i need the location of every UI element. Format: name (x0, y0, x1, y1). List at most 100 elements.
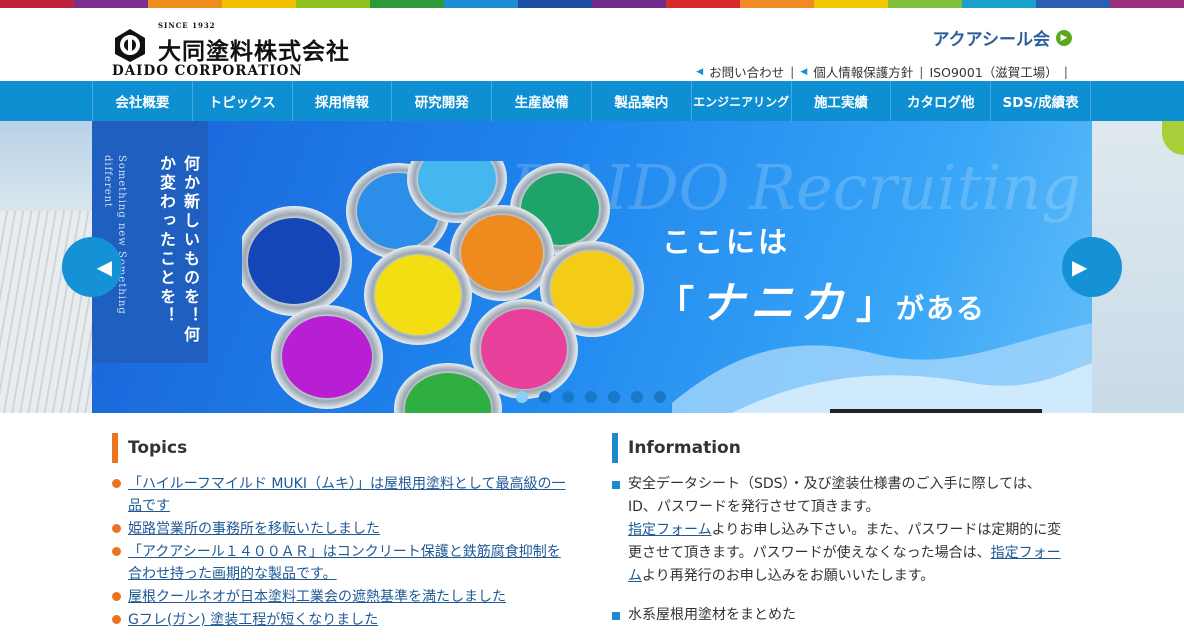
nav-item-products[interactable]: 製品案内 (590, 81, 691, 121)
information-heading: Information (612, 433, 1064, 463)
triangle-left-icon: ◀ (696, 66, 704, 77)
triangle-left-icon: ◀ (800, 66, 808, 77)
catch-bracket-close: 」 (856, 283, 895, 327)
catch-tail: がある (896, 292, 987, 325)
utility-links: ◀ お問い合わせ | ◀ 個人情報保護方針 | ISO9001（滋賀工場） | (696, 62, 1074, 81)
nav-item-catalog[interactable]: カタログ他 (890, 81, 990, 121)
logo-company-en: DAIDO CORPORATION (112, 63, 303, 79)
bullet-square-icon (612, 612, 620, 620)
stripe-segment (518, 0, 592, 8)
topics-list: 「ハイルーフマイルド MUKI（ムキ）」は屋根用塗料として最高級の一品です 姫路… (112, 473, 568, 631)
global-nav: 会社概要 トピックス 採用情報 研究開発 生産設備 製品案内 エンジニアリング … (0, 81, 1184, 121)
list-item: 「ハイルーフマイルド MUKI（ムキ）」は屋根用塗料として最高級の一品です (112, 473, 568, 517)
stripe-segment (148, 0, 222, 8)
paint-cans-image (242, 161, 644, 413)
info-text: より再発行のお申し込みをお願いいたします。 (642, 568, 935, 584)
contact-link[interactable]: お問い合わせ (709, 62, 784, 81)
top-color-stripe (0, 0, 1184, 8)
catch-line-1: ここには (662, 225, 791, 259)
aqua-seal-label: アクアシール会 (932, 30, 1050, 50)
slider-dot[interactable] (654, 391, 666, 403)
heading-accent-bar (112, 433, 118, 463)
list-item: 姫路営業所の事務所を移転いたしました (112, 518, 568, 540)
divider: | (1063, 64, 1068, 79)
bullet-icon (112, 615, 121, 624)
slider-dot[interactable] (516, 391, 528, 403)
bullet-square-icon (612, 481, 620, 489)
list-item: 屋根クールネオが日本塗料工業会の遮熱基準を満たしました (112, 586, 568, 608)
nav-item-research[interactable]: 研究開発 (391, 81, 491, 121)
stripe-segment (888, 0, 962, 8)
topic-link[interactable]: 屋根クールネオが日本塗料工業会の遮熱基準を満たしました (128, 589, 506, 605)
information-section: Information 安全データシート（SDS）・及び塗装仕様書のご入手に際し… (612, 433, 1064, 643)
stripe-segment (296, 0, 370, 8)
stripe-segment (1110, 0, 1184, 8)
stripe-segment (740, 0, 814, 8)
stripe-segment (592, 0, 666, 8)
privacy-link[interactable]: 個人情報保護方針 (813, 62, 913, 81)
slider-dot[interactable] (631, 391, 643, 403)
slide-caption-bar (830, 409, 1042, 413)
logo-since: SINCE 1932 (158, 21, 216, 30)
bullet-icon (112, 479, 121, 488)
topics-heading: Topics (112, 433, 568, 463)
nav-item-production[interactable]: 生産設備 (491, 81, 591, 121)
play-arrow-icon: ▶ (1056, 29, 1072, 46)
hero-slider: DAIDO Recruiting 何か新しいものを！何か変わったことを！ Som… (0, 121, 1184, 413)
divider: | (919, 64, 924, 79)
company-logo[interactable]: SINCE 1932 大同塗料株式会社 DAIDO CORPORATION (112, 19, 382, 79)
list-item: 安全データシート（SDS）・及び塗装仕様書のご入手に際しては、 ID、パスワード… (612, 473, 1064, 588)
logo-company-jp: 大同塗料株式会社 (158, 38, 350, 65)
iso-link[interactable]: ISO9001（滋賀工場） (930, 62, 1058, 81)
list-item: Gフレ(ガン) 塗装工程が短くなりました (112, 609, 568, 631)
stripe-segment (962, 0, 1036, 8)
stripe-segment (74, 0, 148, 8)
information-list: 安全データシート（SDS）・及び塗装仕様書のご入手に際しては、 ID、パスワード… (612, 473, 1064, 627)
topic-link[interactable]: 姫路営業所の事務所を移転いたしました (128, 521, 380, 537)
stripe-segment (666, 0, 740, 8)
slider-dots (516, 391, 666, 403)
slider-dot[interactable] (562, 391, 574, 403)
catch-bracket-open: 「 (656, 283, 695, 327)
topic-link[interactable]: Gフレ(ガン) 塗装工程が短くなりました (128, 612, 378, 628)
slogan-vertical: 何か新しいものを！何か変わったことを！ (157, 155, 200, 345)
topic-link[interactable]: 「アクアシール１４００ＡＲ」はコンクリート保護と鉄筋腐食抑制を合わせ持った画期的… (128, 544, 561, 582)
nav-item-recruit[interactable]: 採用情報 (291, 81, 392, 121)
catch-line-2: 「 ナニカ 」 がある (656, 267, 986, 331)
topics-title: Topics (128, 438, 188, 458)
slider-dot[interactable] (585, 391, 597, 403)
next-arrow-button[interactable]: ▶ (1062, 237, 1122, 297)
aqua-seal-link[interactable]: アクアシール会 ▶ (933, 25, 1072, 50)
nav-item-engineering[interactable]: エンジニアリング (690, 81, 791, 121)
prev-arrow-icon: ◀ (96, 255, 112, 279)
slider-dot[interactable] (539, 391, 551, 403)
topic-link[interactable]: 「ハイルーフマイルド MUKI（ムキ）」は屋根用塗料として最高級の一品です (128, 476, 566, 514)
nav-item-topics[interactable]: トピックス (191, 81, 292, 121)
heading-accent-bar (612, 433, 618, 463)
prev-arrow-button[interactable]: ◀ (62, 237, 122, 297)
logo-mark-icon (115, 29, 145, 62)
stripe-segment (0, 0, 74, 8)
nav-item-company[interactable]: 会社概要 (92, 81, 192, 121)
info-text: 安全データシート（SDS）・及び塗装仕様書のご入手に際しては、 (628, 476, 1041, 492)
slider-dot[interactable] (608, 391, 620, 403)
site-header: SINCE 1932 大同塗料株式会社 DAIDO CORPORATION アク… (0, 8, 1184, 81)
information-title: Information (628, 438, 741, 458)
nav-item-works[interactable]: 施工実績 (790, 81, 891, 121)
hero-slide[interactable]: DAIDO Recruiting 何か新しいものを！何か変わったことを！ Som… (92, 121, 1092, 413)
divider: | (790, 64, 795, 79)
nav-item-sds[interactable]: SDS/成績表 (990, 81, 1091, 121)
stripe-segment (222, 0, 296, 8)
form-link[interactable]: 指定フォーム (628, 522, 712, 538)
stripe-segment (1036, 0, 1110, 8)
next-arrow-icon: ▶ (1072, 255, 1088, 279)
info-text: 水系屋根用塗材をまとめた (628, 607, 796, 623)
bullet-icon (112, 524, 121, 533)
list-item: 「アクアシール１４００ＡＲ」はコンクリート保護と鉄筋腐食抑制を合わせ持った画期的… (112, 541, 568, 585)
bullet-icon (112, 592, 121, 601)
stripe-segment (444, 0, 518, 8)
stripe-segment (370, 0, 444, 8)
topics-section: Topics 「ハイルーフマイルド MUKI（ムキ）」は屋根用塗料として最高級の… (112, 433, 568, 632)
info-text: ID、パスワードを発行させて頂きます。 (628, 499, 880, 515)
catch-keyword: ナニカ (700, 278, 851, 329)
